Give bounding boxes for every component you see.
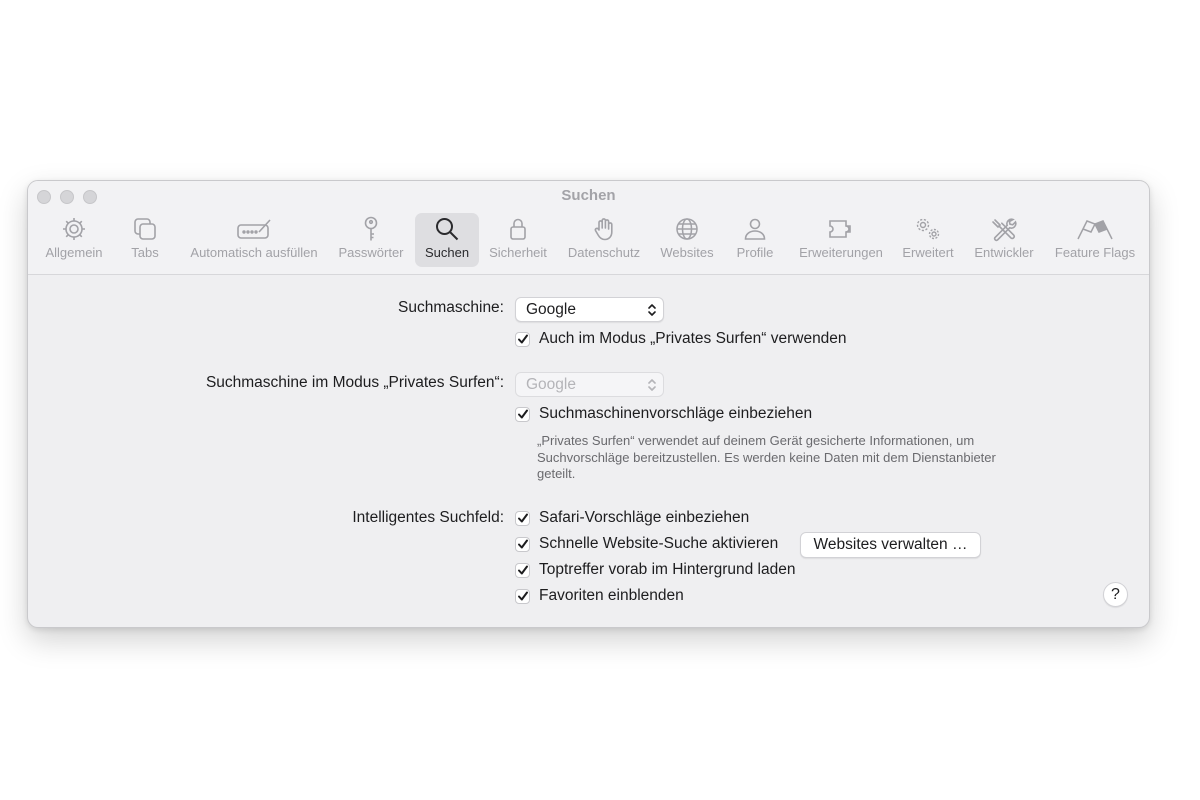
checkmark-icon xyxy=(517,513,528,523)
checkmark-icon xyxy=(517,591,528,601)
tab-passwoerter[interactable]: Passwörter xyxy=(333,213,409,267)
tab-label: Profile xyxy=(736,245,774,260)
tabs-icon xyxy=(131,213,159,245)
chevron-updown-icon xyxy=(647,302,657,325)
hand-icon xyxy=(590,213,618,245)
quick-website-search-checkbox[interactable]: Schnelle Website-Suche aktivieren xyxy=(515,535,778,553)
tab-label: Sicherheit xyxy=(489,245,547,260)
tab-profile[interactable]: Profile xyxy=(730,213,780,267)
tab-allgemein[interactable]: Allgemein xyxy=(40,213,108,267)
globe-icon xyxy=(673,213,701,245)
tab-websites[interactable]: Websites xyxy=(654,213,720,267)
tab-label: Suchen xyxy=(424,245,470,260)
preload-top-hit-label: Toptreffer vorab im Hintergrund laden xyxy=(539,561,796,578)
use-in-private-checkbox[interactable]: Auch im Modus „Privates Surfen“ verwende… xyxy=(515,330,847,348)
tab-automatisch-ausfuellen[interactable]: Automatisch ausfüllen xyxy=(182,213,326,267)
checkbox[interactable] xyxy=(515,536,530,552)
quick-website-search-label: Schnelle Website-Suche aktivieren xyxy=(539,535,779,552)
preload-top-hit-checkbox[interactable]: Toptreffer vorab im Hintergrund laden xyxy=(515,561,795,579)
checkbox[interactable] xyxy=(515,588,530,604)
flags-icon xyxy=(1073,213,1117,245)
gears-icon xyxy=(912,213,944,245)
safari-suggestions-checkbox[interactable]: Safari-Vorschläge einbeziehen xyxy=(515,509,749,527)
checkbox[interactable] xyxy=(515,406,530,422)
private-browsing-note: „Privates Surfen“ verwendet auf deinem G… xyxy=(537,433,996,481)
show-favorites-label: Favoriten einblenden xyxy=(539,587,684,604)
key-icon xyxy=(357,213,385,245)
manage-websites-button[interactable]: Websites verwalten … xyxy=(800,532,981,558)
tab-label: Erweitert xyxy=(902,245,954,260)
checkmark-icon xyxy=(517,334,528,344)
checkmark-icon xyxy=(517,539,528,549)
gear-icon xyxy=(60,213,88,245)
checkmark-icon xyxy=(517,409,528,419)
checkmark-icon xyxy=(517,565,528,575)
tab-label: Feature Flags xyxy=(1054,245,1136,260)
tab-tabs[interactable]: Tabs xyxy=(125,213,165,267)
puzzle-icon xyxy=(826,213,856,245)
tab-label: Erweiterungen xyxy=(799,245,883,260)
person-icon xyxy=(741,213,769,245)
search-engine-value: Google xyxy=(526,301,576,318)
tab-datenschutz[interactable]: Datenschutz xyxy=(562,213,646,267)
search-engine-popup[interactable]: Google xyxy=(515,297,664,322)
help-button[interactable]: ? xyxy=(1103,582,1128,607)
tab-label: Allgemein xyxy=(45,245,103,260)
tab-suchen[interactable]: Suchen xyxy=(415,213,479,267)
search-engine-label: Suchmaschine: xyxy=(398,299,504,316)
checkbox[interactable] xyxy=(515,562,530,578)
use-in-private-label: Auch im Modus „Privates Surfen“ verwende… xyxy=(539,330,847,347)
search-icon xyxy=(433,213,461,245)
tools-icon xyxy=(989,213,1019,245)
tab-label: Passwörter xyxy=(338,245,404,260)
safari-suggestions-label: Safari-Vorschläge einbeziehen xyxy=(539,509,750,526)
tab-label: Tabs xyxy=(131,245,159,260)
tab-label: Entwickler xyxy=(974,245,1034,260)
tab-erweitert[interactable]: Erweitert xyxy=(896,213,960,267)
checkbox[interactable] xyxy=(515,331,530,347)
tab-erweiterungen[interactable]: Erweiterungen xyxy=(792,213,890,267)
show-favorites-checkbox[interactable]: Favoriten einblenden xyxy=(515,587,684,605)
tab-label: Datenschutz xyxy=(567,245,641,260)
lock-icon xyxy=(504,213,532,245)
tab-label: Websites xyxy=(660,245,714,260)
tab-label: Automatisch ausfüllen xyxy=(190,245,318,260)
autofill-icon xyxy=(235,213,273,245)
settings-window: Suchen Allgemein Tabs Automatisch ausfül… xyxy=(27,180,1150,628)
tab-sicherheit[interactable]: Sicherheit xyxy=(485,213,551,267)
search-suggestions-checkbox[interactable]: Suchmaschinenvorschläge einbeziehen xyxy=(515,405,812,423)
toolbar: Suchen Allgemein Tabs Automatisch ausfül… xyxy=(28,181,1149,275)
chevron-updown-icon xyxy=(647,377,657,400)
private-search-engine-value: Google xyxy=(526,376,576,393)
tab-entwickler[interactable]: Entwickler xyxy=(968,213,1040,267)
tab-feature-flags[interactable]: Feature Flags xyxy=(1048,213,1142,267)
checkbox[interactable] xyxy=(515,510,530,526)
private-search-engine-popup: Google xyxy=(515,372,664,397)
search-suggestions-label: Suchmaschinenvorschläge einbeziehen xyxy=(539,405,813,422)
smart-search-field-label: Intelligentes Suchfeld: xyxy=(352,509,504,526)
private-search-engine-label: Suchmaschine im Modus „Privates Surfen“: xyxy=(205,374,504,391)
window-title: Suchen xyxy=(561,187,616,204)
